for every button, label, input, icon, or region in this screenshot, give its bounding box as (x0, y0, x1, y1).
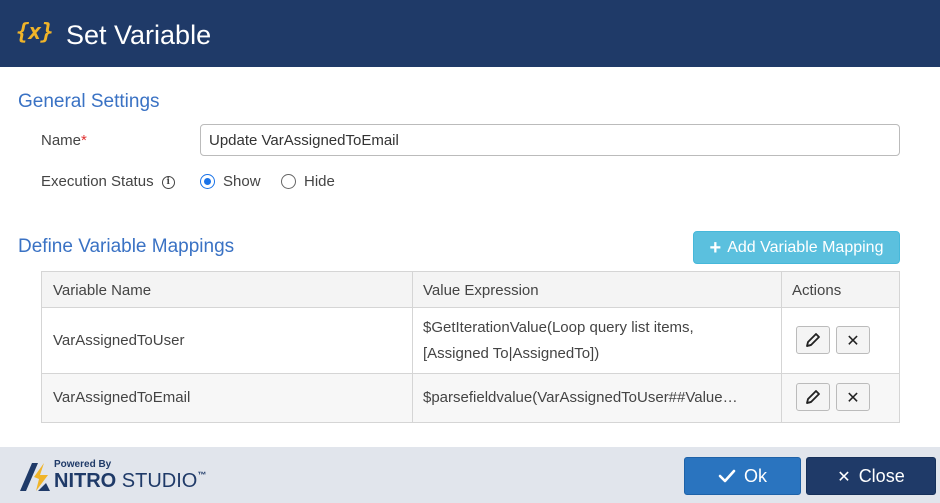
close-icon: ✕ (846, 330, 860, 350)
edit-row-button[interactable] (796, 326, 830, 354)
brand-logo-text: NITRO STUDIO™ (54, 470, 206, 493)
close-button[interactable]: ✕ Close (806, 457, 936, 495)
hide-radio-label: Hide (304, 173, 335, 190)
close-label: Close (858, 465, 905, 486)
show-radio-label: Show (223, 173, 261, 190)
ok-button[interactable]: Ok (684, 457, 801, 495)
delete-row-button[interactable]: ✕ (836, 383, 870, 411)
plus-icon: + (709, 236, 722, 259)
checkmark-icon (718, 469, 736, 483)
radio-unselected-icon (281, 174, 296, 189)
row-variable-name: VarAssignedToEmail (53, 389, 191, 406)
table-divider (42, 307, 899, 308)
ok-label: Ok (743, 465, 767, 486)
table-column-divider (412, 272, 413, 422)
execution-status-label: Execution Status i (41, 173, 175, 190)
pencil-icon (806, 390, 820, 404)
show-radio[interactable]: Show (200, 173, 261, 190)
name-input[interactable] (200, 124, 900, 156)
row-value-expression-line1: $GetIterationValue(Loop query list items… (423, 319, 694, 336)
edit-row-button[interactable] (796, 383, 830, 411)
powered-by-text: Powered By (54, 459, 112, 470)
brand-studio: STUDIO (116, 470, 198, 492)
add-variable-mapping-button[interactable]: + Add Variable Mapping (693, 231, 900, 264)
execution-status-label-text: Execution Status (41, 173, 154, 190)
required-mark: * (81, 132, 87, 149)
brand-nitro: NITRO (54, 470, 117, 492)
row-value-expression-line2: [Assigned To|AssignedTo]) (423, 345, 600, 362)
variable-icon: {x} (16, 20, 54, 45)
close-icon: ✕ (846, 387, 860, 407)
radio-selected-icon (200, 174, 215, 189)
dialog-titlebar: {x} Set Variable (0, 0, 940, 67)
mappings-heading: Define Variable Mappings (18, 236, 235, 257)
delete-row-button[interactable]: ✕ (836, 326, 870, 354)
pencil-icon (806, 333, 820, 347)
row-variable-name: VarAssignedToUser (53, 332, 185, 349)
dialog-title: Set Variable (66, 20, 212, 50)
brand-tm: ™ (197, 470, 207, 480)
general-settings-heading: General Settings (18, 91, 160, 112)
column-header-actions: Actions (792, 282, 842, 299)
info-icon[interactable]: i (161, 175, 175, 189)
table-column-divider (781, 272, 782, 422)
table-divider (42, 373, 899, 374)
close-icon: ✕ (837, 466, 851, 486)
row-value-expression-line1: $parsefieldvalue(VarAssignedToUser##Valu… (423, 389, 738, 406)
name-label-text: Name (41, 132, 82, 149)
add-variable-mapping-label: Add Variable Mapping (727, 238, 884, 256)
nitro-logo-icon (20, 463, 50, 491)
column-header-variable-name: Variable Name (53, 282, 152, 299)
column-header-value-expression: Value Expression (423, 282, 539, 299)
hide-radio[interactable]: Hide (281, 173, 335, 190)
name-label: Name* (41, 132, 87, 149)
